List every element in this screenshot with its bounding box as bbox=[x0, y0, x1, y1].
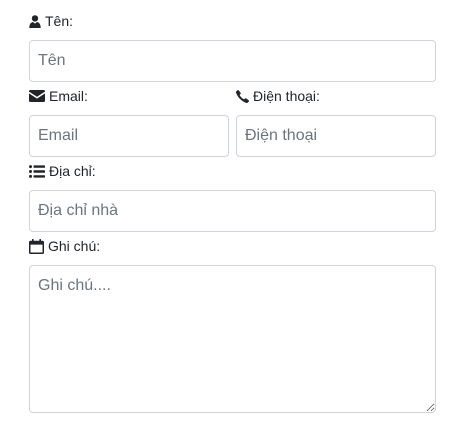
email-label: Email: bbox=[29, 86, 88, 106]
name-input[interactable] bbox=[29, 40, 436, 82]
contact-form: Tên: Email: Điện thoại: bbox=[0, 0, 463, 446]
address-label-text: Địa chỉ: bbox=[49, 163, 96, 179]
phone-label-text: Điện thoại: bbox=[253, 88, 320, 104]
phone-icon bbox=[236, 89, 249, 103]
note-textarea[interactable] bbox=[29, 265, 436, 413]
address-input[interactable] bbox=[29, 190, 436, 232]
name-label-text: Tên: bbox=[45, 13, 74, 29]
phone-label: Điện thoại: bbox=[236, 86, 320, 106]
note-field-group: Ghi chú: bbox=[29, 236, 436, 416]
email-label-text: Email: bbox=[49, 88, 88, 104]
email-field-group: Email: bbox=[29, 86, 229, 158]
address-field-group: Địa chỉ: bbox=[29, 161, 436, 233]
user-icon bbox=[29, 14, 41, 28]
name-label: Tên: bbox=[29, 11, 73, 31]
phone-input[interactable] bbox=[236, 115, 436, 157]
address-label: Địa chỉ: bbox=[29, 161, 96, 181]
calendar-icon bbox=[29, 238, 44, 254]
note-label: Ghi chú: bbox=[29, 236, 100, 256]
note-label-text: Ghi chú: bbox=[48, 238, 101, 254]
envelope-icon bbox=[29, 90, 45, 102]
email-input[interactable] bbox=[29, 115, 229, 157]
list-icon bbox=[29, 164, 45, 178]
name-field-group: Tên: bbox=[29, 11, 436, 83]
phone-field-group: Điện thoại: bbox=[236, 86, 436, 158]
